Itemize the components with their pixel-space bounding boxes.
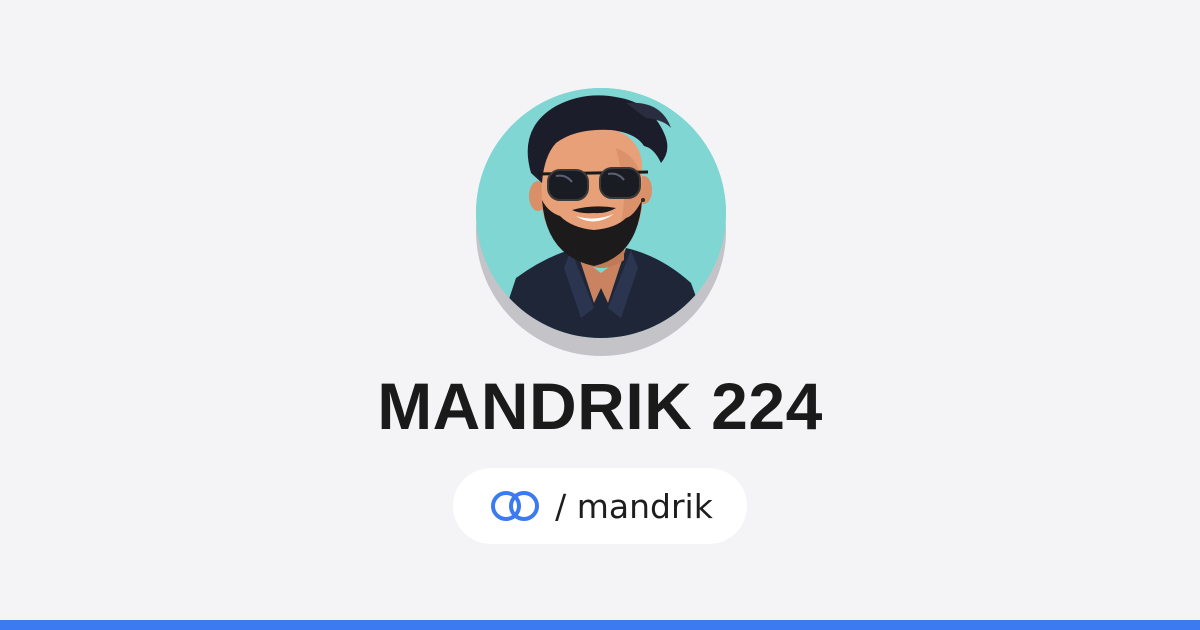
avatar [476,88,726,338]
profile-display-name: MANDRIK 224 [377,369,823,443]
avatar-portrait-image [476,88,726,338]
profile-handle-text: / mandrik [555,486,713,526]
profile-handle-link[interactable]: / mandrik [453,468,747,544]
avatar-container [476,88,726,358]
accent-bottom-bar [0,620,1200,630]
linked-circles-icon [487,489,543,523]
